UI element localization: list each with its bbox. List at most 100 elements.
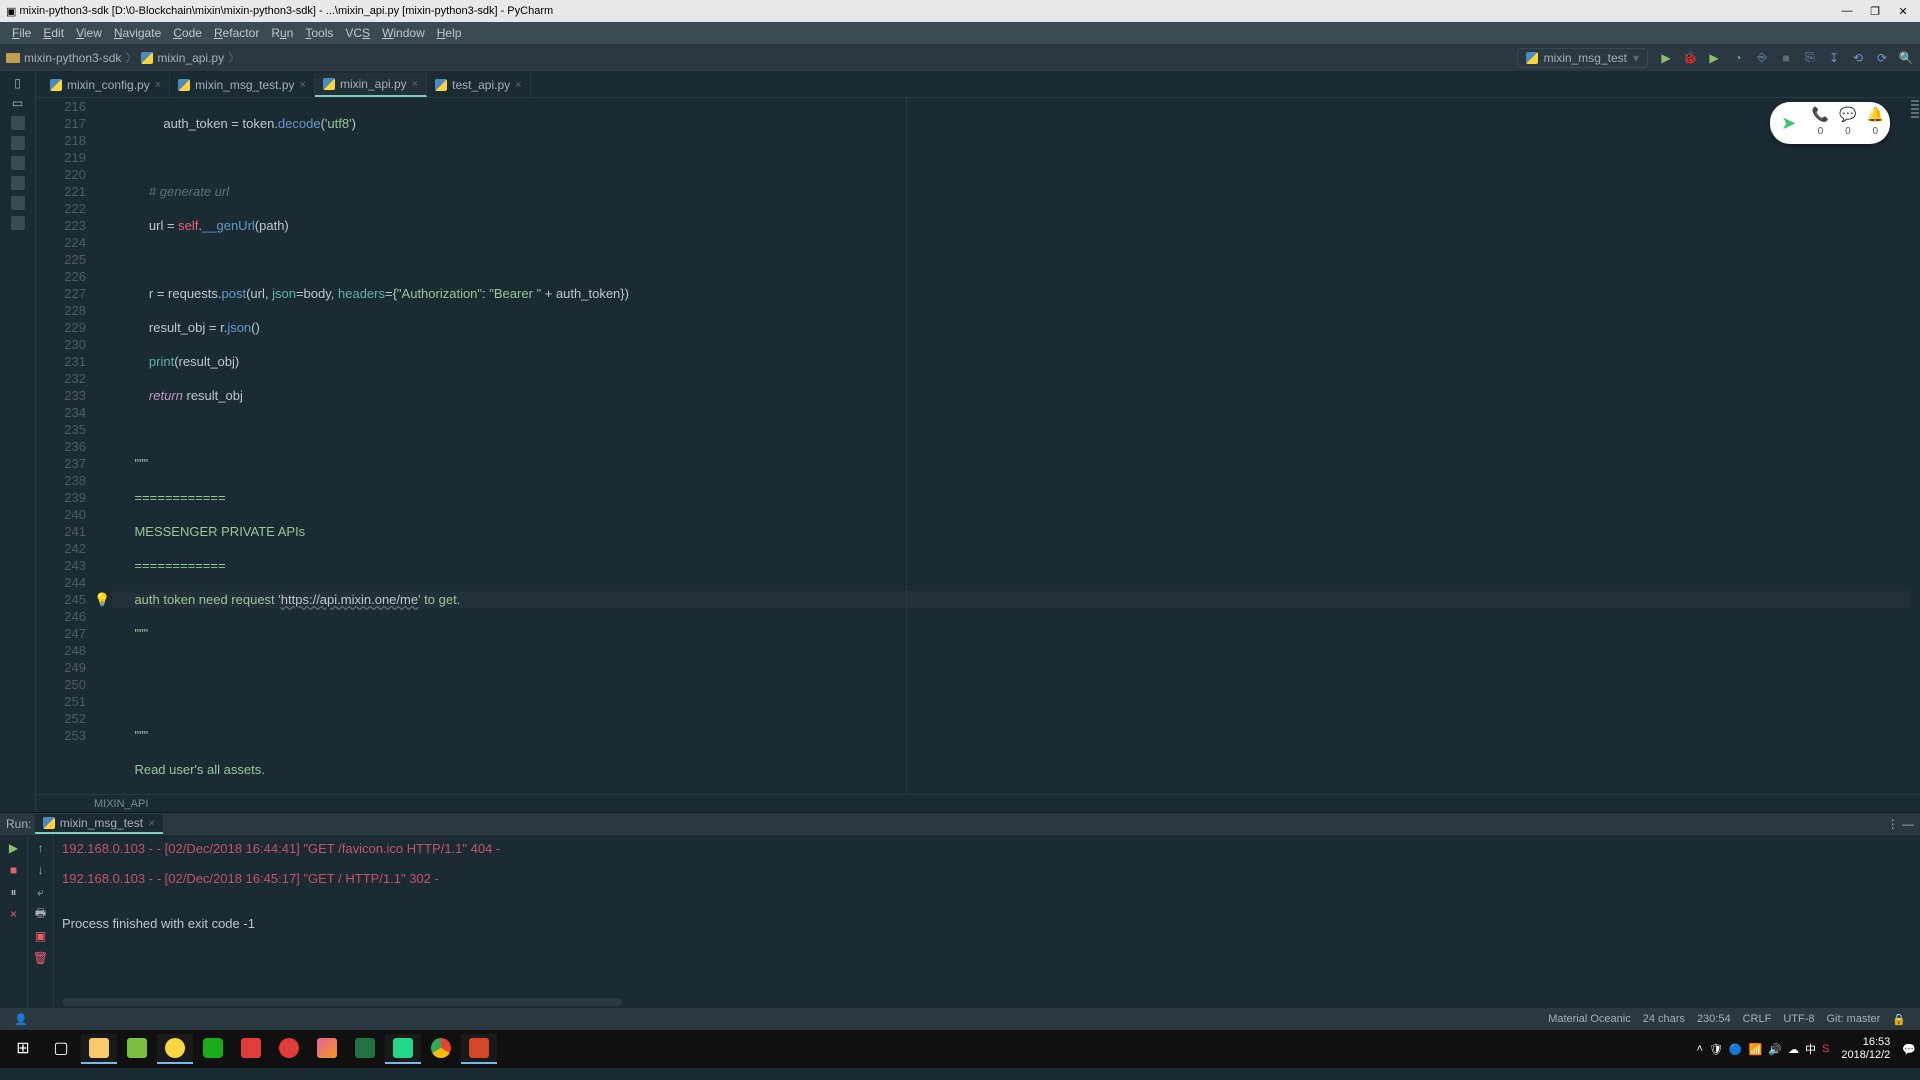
- trash-icon[interactable]: 🗑: [34, 951, 48, 965]
- menu-navigate[interactable]: Navigate: [108, 26, 167, 40]
- editor-breadcrumb[interactable]: MIXIN_API: [36, 794, 1920, 812]
- menu-help[interactable]: Help: [431, 26, 468, 40]
- tray-chevron-icon[interactable]: ˄: [1697, 1043, 1703, 1055]
- taskbar-clock[interactable]: 16:53 2018/12/2: [1835, 1036, 1896, 1062]
- run-config-selector[interactable]: mixin_msg_test ▾: [1517, 48, 1648, 68]
- breadcrumb-file[interactable]: mixin_api.py: [157, 51, 224, 65]
- run-tab[interactable]: mixin_msg_test ×: [35, 814, 163, 834]
- close-icon[interactable]: ×: [148, 816, 155, 830]
- tool-icon[interactable]: [11, 116, 25, 130]
- pause-icon[interactable]: ⏸: [7, 885, 21, 899]
- close-icon[interactable]: ×: [300, 79, 306, 91]
- youdao-icon[interactable]: [233, 1034, 269, 1064]
- menu-window[interactable]: Window: [376, 26, 431, 40]
- stop-button[interactable]: ■: [1778, 50, 1794, 66]
- menu-edit[interactable]: Edit: [37, 26, 70, 40]
- hide-icon[interactable]: —: [1902, 817, 1914, 831]
- horizontal-scrollbar[interactable]: [62, 998, 622, 1006]
- task-view-button[interactable]: ▢: [43, 1034, 79, 1064]
- powerpoint-icon[interactable]: [461, 1034, 497, 1064]
- lock-icon[interactable]: 🔒: [1886, 1013, 1912, 1026]
- export-icon[interactable]: ▣: [34, 929, 48, 943]
- rerun-icon[interactable]: ▶: [7, 841, 21, 855]
- menu-tools[interactable]: Tools: [299, 26, 339, 40]
- system-tray[interactable]: ˄ 🛡 🔵 📶 🔊 ☁ 中 S 16:53 2018/12/2 💬: [1697, 1036, 1917, 1062]
- revert-button[interactable]: ⟳: [1874, 50, 1890, 66]
- tray-ime-icon[interactable]: 中: [1805, 1041, 1816, 1057]
- stop-icon[interactable]: ■: [7, 863, 21, 877]
- tray-icon[interactable]: S: [1822, 1043, 1829, 1055]
- history-button[interactable]: ⟲: [1850, 50, 1866, 66]
- excel-icon[interactable]: [347, 1034, 383, 1064]
- close-icon[interactable]: ×: [7, 907, 21, 921]
- menu-view[interactable]: View: [70, 26, 108, 40]
- tray-volume-icon[interactable]: 🔊: [1768, 1043, 1782, 1056]
- tool-icon[interactable]: [11, 136, 25, 150]
- phone-icon[interactable]: 📞: [1812, 106, 1829, 123]
- maximize-button[interactable]: ❐: [1868, 5, 1882, 18]
- code-content[interactable]: auth_token = token.decode('utf8') # gene…: [112, 98, 1920, 794]
- close-icon[interactable]: ×: [412, 78, 418, 90]
- menu-code[interactable]: Code: [167, 26, 208, 40]
- run-coverage-button[interactable]: ▶: [1706, 50, 1722, 66]
- bell-icon[interactable]: 🔔: [1867, 106, 1884, 123]
- update-button[interactable]: ↧: [1826, 50, 1842, 66]
- taskbar-app[interactable]: [157, 1034, 193, 1064]
- settings-icon[interactable]: ⋮: [1887, 817, 1899, 831]
- tray-icon[interactable]: 🔵: [1729, 1043, 1743, 1056]
- down-icon[interactable]: ↓: [34, 863, 48, 877]
- code-editor[interactable]: 2162172182192202212222232242252262272282…: [36, 98, 1920, 794]
- file-explorer-icon[interactable]: [81, 1034, 117, 1064]
- minimize-button[interactable]: —: [1840, 5, 1854, 18]
- chat-icon[interactable]: 💬: [1839, 106, 1856, 123]
- status-line-sep[interactable]: CRLF: [1737, 1013, 1778, 1025]
- close-button[interactable]: ✕: [1896, 5, 1910, 18]
- status-git[interactable]: Git: master: [1821, 1013, 1887, 1025]
- attach-button[interactable]: ⎆: [1754, 50, 1770, 66]
- tab-mixin-config[interactable]: mixin_config.py×: [42, 73, 170, 97]
- chrome-icon[interactable]: [423, 1034, 459, 1064]
- menu-vcs[interactable]: VCS: [339, 26, 376, 40]
- hector-icon[interactable]: 👤: [8, 1013, 34, 1026]
- print-icon[interactable]: 🖶: [34, 907, 48, 921]
- tool-icon[interactable]: [11, 156, 25, 170]
- menu-file[interactable]: File: [6, 26, 37, 40]
- structure-tool-icon[interactable]: ▭: [11, 96, 25, 110]
- tool-icon[interactable]: [11, 176, 25, 190]
- close-icon[interactable]: ×: [155, 79, 161, 91]
- wechat-icon[interactable]: [195, 1034, 231, 1064]
- close-icon[interactable]: ×: [515, 79, 521, 91]
- commit-button[interactable]: ⎘: [1802, 50, 1818, 66]
- tray-icon[interactable]: ☁: [1788, 1043, 1799, 1056]
- pycharm-icon[interactable]: [385, 1034, 421, 1064]
- debug-button[interactable]: 🐞: [1682, 50, 1698, 66]
- notifications-icon[interactable]: 💬: [1902, 1043, 1916, 1056]
- taskbar-app[interactable]: [119, 1034, 155, 1064]
- search-icon[interactable]: 🔍: [1898, 50, 1914, 66]
- tab-test-api[interactable]: test_api.py×: [427, 73, 530, 97]
- breadcrumb-project[interactable]: mixin-python3-sdk: [24, 51, 121, 65]
- up-icon[interactable]: ↑: [34, 841, 48, 855]
- status-encoding[interactable]: UTF-8: [1777, 1013, 1820, 1025]
- tray-icon[interactable]: 📶: [1749, 1043, 1763, 1056]
- tray-icon[interactable]: 🛡: [1709, 1043, 1723, 1056]
- status-position[interactable]: 230:54: [1691, 1013, 1737, 1025]
- scroll-strip[interactable]: [1910, 98, 1920, 794]
- taskbar-app[interactable]: [271, 1034, 307, 1064]
- status-theme[interactable]: Material Oceanic: [1542, 1013, 1637, 1025]
- project-tool-icon[interactable]: ▯: [11, 76, 25, 90]
- menu-run[interactable]: Run: [265, 26, 299, 40]
- softwrap-icon[interactable]: ⤶: [34, 885, 48, 899]
- console-output[interactable]: 192.168.0.103 - - [02/Dec/2018 16:44:41]…: [54, 835, 1920, 1008]
- tab-mixin-msg-test[interactable]: mixin_msg_test.py×: [170, 73, 315, 97]
- taskbar-app[interactable]: [309, 1034, 345, 1064]
- run-button[interactable]: ▶: [1658, 50, 1674, 66]
- profile-button[interactable]: ◔: [1730, 50, 1746, 66]
- tab-mixin-api[interactable]: mixin_api.py×: [315, 73, 427, 97]
- start-button[interactable]: ⊞: [5, 1034, 41, 1064]
- menu-refactor[interactable]: Refactor: [208, 26, 265, 40]
- alibaba-cloud-toolkit-badge[interactable]: ➤ 📞0 💬0 🔔0: [1770, 102, 1890, 144]
- tool-icon[interactable]: [11, 216, 25, 230]
- tool-icon[interactable]: [11, 196, 25, 210]
- fold-gutter[interactable]: [94, 98, 112, 794]
